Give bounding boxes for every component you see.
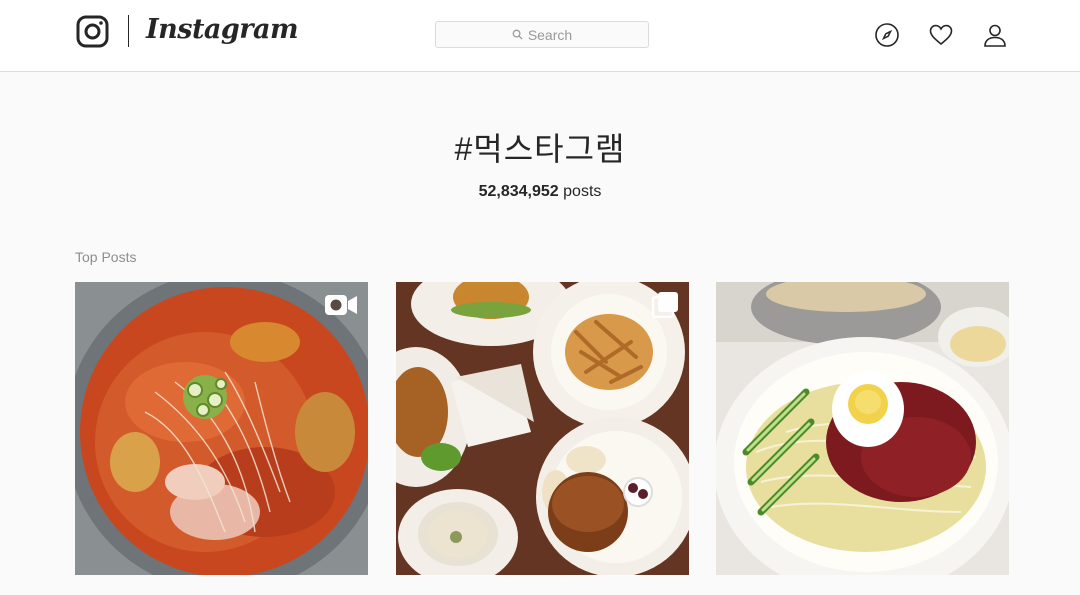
post-photo-stew	[75, 282, 368, 575]
post-count-unit: posts	[563, 183, 602, 200]
post-photo-burger-spread	[396, 282, 689, 575]
heart-icon[interactable]	[928, 22, 954, 48]
logo-divider	[128, 15, 129, 47]
search-icon	[512, 29, 523, 40]
top-posts-label: Top Posts	[75, 249, 137, 265]
compass-icon[interactable]	[874, 22, 900, 48]
top-post-tile[interactable]	[716, 282, 1009, 575]
post-photo-noodles	[716, 282, 1009, 575]
instagram-camera-icon[interactable]	[76, 15, 109, 48]
post-count-number: 52,834,952	[478, 183, 559, 200]
multiple-photos-icon	[651, 292, 678, 318]
top-nav-bar: Instagram Search	[0, 0, 1080, 72]
user-icon[interactable]	[982, 22, 1008, 48]
search-input[interactable]: Search	[435, 21, 649, 48]
video-camera-icon	[325, 295, 357, 315]
instagram-wordmark[interactable]: Instagram	[146, 10, 299, 50]
hashtag-title: #먹스타그램	[454, 131, 626, 167]
search-placeholder: Search	[527, 26, 573, 43]
top-post-tile[interactable]	[396, 282, 689, 575]
top-post-tile[interactable]	[75, 282, 368, 575]
post-count: 52,834,952 posts	[0, 183, 1080, 201]
